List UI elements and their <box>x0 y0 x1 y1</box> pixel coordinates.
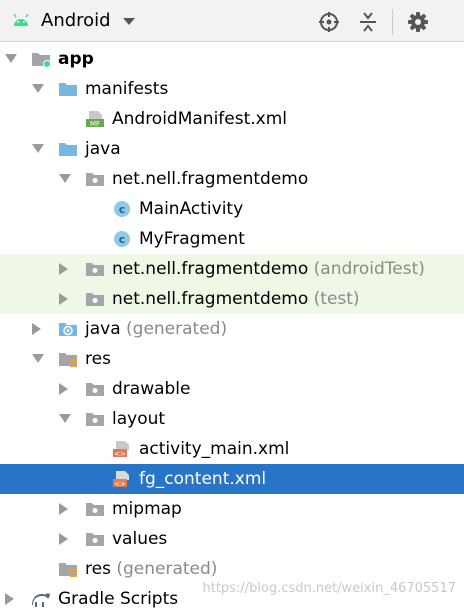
manifest-file-icon: MF <box>86 111 104 128</box>
tree-item-label: java (generated) <box>85 319 228 339</box>
tree-item-label: activity_main.xml <box>139 439 290 459</box>
svg-text:MF: MF <box>90 120 100 128</box>
tree-item-label: net.nell.fragmentdemo <box>112 169 309 189</box>
svg-text:<>: <> <box>114 480 126 488</box>
expand-arrow-icon[interactable] <box>32 144 44 153</box>
collapsed-arrow-icon[interactable] <box>59 293 68 305</box>
folder-icon <box>86 413 104 426</box>
collapsed-arrow-icon[interactable] <box>59 383 68 395</box>
collapse-all-icon[interactable] <box>357 11 379 33</box>
svg-text:c: c <box>119 203 126 216</box>
collapsed-arrow-icon[interactable] <box>5 593 14 605</box>
tree-item-layout[interactable]: layout <box>0 404 464 434</box>
class-icon: c <box>114 201 130 217</box>
resource-folder-icon <box>59 563 77 577</box>
tree-item-fg-content[interactable]: <> fg_content.xml <box>0 464 464 494</box>
tree-item-label: net.nell.fragmentdemo (test) <box>112 289 360 309</box>
tree-item-suffix: (androidTest) <box>308 259 425 279</box>
tree-item-label: layout <box>112 409 166 429</box>
tree-item-label: res <box>85 349 111 369</box>
expand-arrow-icon[interactable] <box>59 174 71 183</box>
tree-item-label: drawable <box>112 379 191 399</box>
locate-icon[interactable] <box>318 11 340 33</box>
tree-item-java-generated[interactable]: java (generated) <box>0 314 464 344</box>
tree-item-label: manifests <box>85 79 169 99</box>
watermark-text: https://blog.csdn.net/weixin_46705517 <box>202 581 456 596</box>
source-folder-icon <box>59 143 77 156</box>
resource-folder-icon <box>59 353 77 367</box>
tree-item-java[interactable]: java <box>0 134 464 164</box>
tree-item-res-generated[interactable]: res (generated) <box>0 554 464 584</box>
tree-item-manifests[interactable]: manifests <box>0 74 464 104</box>
expand-arrow-icon[interactable] <box>5 54 17 63</box>
tree-item-label: res (generated) <box>85 559 218 579</box>
project-view-selector[interactable]: Android <box>41 10 111 32</box>
tree-item-drawable[interactable]: drawable <box>0 374 464 404</box>
tree-item-suffix: (generated) <box>110 559 218 579</box>
gradle-icon <box>32 593 50 607</box>
tree-item-mipmap[interactable]: mipmap <box>0 494 464 524</box>
svg-text:<>: <> <box>114 450 126 458</box>
tree-item-label: MyFragment <box>139 229 245 249</box>
tree-item-suffix: (test) <box>308 289 360 309</box>
tree-item-app[interactable]: app <box>0 44 464 74</box>
folder-icon <box>59 83 77 96</box>
folder-icon <box>86 533 104 546</box>
tree-item-label: java <box>85 139 121 159</box>
chevron-down-icon[interactable] <box>123 18 135 25</box>
collapsed-arrow-icon[interactable] <box>32 323 41 335</box>
tree-item-label: mipmap <box>112 499 182 519</box>
tree-item-myfragment[interactable]: c MyFragment <box>0 224 464 254</box>
collapsed-arrow-icon[interactable] <box>59 263 68 275</box>
layout-xml-icon: <> <box>113 441 129 458</box>
project-tree: app manifests MF AndroidManifest.xml jav… <box>0 44 464 609</box>
gear-icon[interactable] <box>407 11 429 33</box>
package-icon <box>86 293 104 306</box>
tree-item-label: MainActivity <box>139 199 244 219</box>
module-folder-icon <box>32 53 51 68</box>
tree-item-mainactivity[interactable]: c MainActivity <box>0 194 464 224</box>
expand-arrow-icon[interactable] <box>32 354 44 363</box>
tree-item-label: values <box>112 529 168 549</box>
tree-item-package[interactable]: net.nell.fragmentdemo <box>0 164 464 194</box>
tree-item-androidmanifest[interactable]: MF AndroidManifest.xml <box>0 104 464 134</box>
tree-item-suffix: (generated) <box>120 319 228 339</box>
package-icon <box>86 173 104 186</box>
layout-xml-icon: <> <box>113 471 129 488</box>
tree-item-values[interactable]: values <box>0 524 464 554</box>
tree-item-label: AndroidManifest.xml <box>112 109 288 129</box>
toolbar-divider <box>392 9 393 35</box>
tree-item-label: fg_content.xml <box>139 469 267 489</box>
tree-item-label: Gradle Scripts <box>58 589 179 609</box>
tree-item-package-androidtest[interactable]: net.nell.fragmentdemo (androidTest) <box>0 254 464 284</box>
generated-folder-icon <box>59 323 77 336</box>
tree-item-res[interactable]: res <box>0 344 464 374</box>
tree-item-label: net.nell.fragmentdemo (androidTest) <box>112 259 425 279</box>
tree-item-activity-main[interactable]: <> activity_main.xml <box>0 434 464 464</box>
project-toolbar: Android <box>0 0 464 42</box>
folder-icon <box>86 503 104 516</box>
tree-item-package-test[interactable]: net.nell.fragmentdemo (test) <box>0 284 464 314</box>
expand-arrow-icon[interactable] <box>59 414 71 423</box>
collapsed-arrow-icon[interactable] <box>59 533 68 545</box>
svg-text:c: c <box>119 233 126 246</box>
tree-item-label: app <box>58 49 94 69</box>
folder-icon <box>86 383 104 396</box>
package-icon <box>86 263 104 276</box>
android-icon <box>13 13 29 26</box>
class-icon: c <box>114 231 130 247</box>
expand-arrow-icon[interactable] <box>32 84 44 93</box>
collapsed-arrow-icon[interactable] <box>59 503 68 515</box>
